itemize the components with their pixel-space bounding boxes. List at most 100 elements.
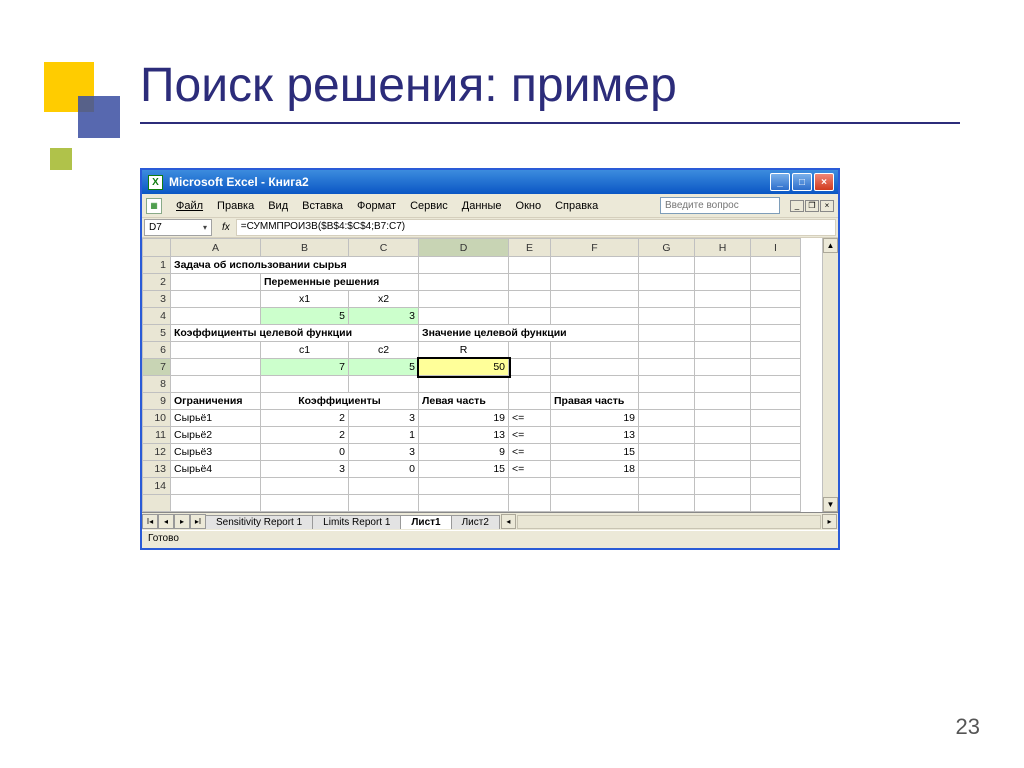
cell-E13[interactable]: <= [509, 461, 551, 478]
horizontal-scrollbar[interactable]: ◂ ▸ [500, 514, 838, 529]
menu-tools[interactable]: Сервис [404, 198, 454, 214]
row-header-15[interactable] [143, 495, 171, 512]
cell-B10[interactable]: 2 [261, 410, 349, 427]
vertical-scrollbar[interactable]: ▲ ▼ [822, 238, 838, 512]
tab-nav-first[interactable]: I◂ [142, 514, 158, 529]
maximize-button[interactable]: □ [792, 173, 812, 191]
cell-C3[interactable]: x2 [349, 291, 419, 308]
cell-D5[interactable]: Значение целевой функции [419, 325, 639, 342]
cell-A5[interactable]: Коэффициенты целевой функции [171, 325, 419, 342]
cell-D6[interactable]: R [419, 342, 509, 359]
menu-data[interactable]: Данные [456, 198, 508, 214]
cell-C7[interactable]: 5 [349, 359, 419, 376]
minimize-button[interactable]: _ [770, 173, 790, 191]
cell-B7[interactable]: 7 [261, 359, 349, 376]
cell-D9[interactable]: Левая часть [419, 393, 509, 410]
tab-sensitivity-report[interactable]: Sensitivity Report 1 [205, 515, 313, 529]
row-header-3[interactable]: 3 [143, 291, 171, 308]
row-header-8[interactable]: 8 [143, 376, 171, 393]
name-box[interactable]: D7 [144, 219, 212, 236]
close-button[interactable]: × [814, 173, 834, 191]
cell-B11[interactable]: 2 [261, 427, 349, 444]
tab-nav-prev[interactable]: ◂ [158, 514, 174, 529]
cell-C4[interactable]: 3 [349, 308, 419, 325]
scroll-down-icon[interactable]: ▼ [823, 497, 838, 512]
row-header-13[interactable]: 13 [143, 461, 171, 478]
cell-A13[interactable]: Сырьё4 [171, 461, 261, 478]
formula-input[interactable]: =СУММПРОИЗВ($B$4:$C$4;B7:C7) [236, 219, 836, 236]
col-header-I[interactable]: I [751, 239, 801, 257]
cell-A12[interactable]: Сырьё3 [171, 444, 261, 461]
tab-nav-next[interactable]: ▸ [174, 514, 190, 529]
cell-D12[interactable]: 9 [419, 444, 509, 461]
cell-C11[interactable]: 1 [349, 427, 419, 444]
row-header-4[interactable]: 4 [143, 308, 171, 325]
cell-B6[interactable]: c1 [261, 342, 349, 359]
col-header-H[interactable]: H [695, 239, 751, 257]
cell-A1[interactable]: Задача об использовании сырья [171, 257, 419, 274]
scroll-left-icon[interactable]: ◂ [501, 514, 516, 529]
cell-F13[interactable]: 18 [551, 461, 639, 478]
cell-C10[interactable]: 3 [349, 410, 419, 427]
select-all-corner[interactable] [143, 239, 171, 257]
cell-F10[interactable]: 19 [551, 410, 639, 427]
menu-insert[interactable]: Вставка [296, 198, 349, 214]
cell-E11[interactable]: <= [509, 427, 551, 444]
menu-edit[interactable]: Правка [211, 198, 260, 214]
cell-B12[interactable]: 0 [261, 444, 349, 461]
cell-B3[interactable]: x1 [261, 291, 349, 308]
row-header-10[interactable]: 10 [143, 410, 171, 427]
cell-C12[interactable]: 3 [349, 444, 419, 461]
row-header-12[interactable]: 12 [143, 444, 171, 461]
cell-D7[interactable]: 50 [419, 359, 509, 376]
row-header-6[interactable]: 6 [143, 342, 171, 359]
tab-sheet1[interactable]: Лист1 [400, 515, 451, 529]
cell-A9[interactable]: Ограничения [171, 393, 261, 410]
col-header-D[interactable]: D [419, 239, 509, 257]
cell-B13[interactable]: 3 [261, 461, 349, 478]
row-header-11[interactable]: 11 [143, 427, 171, 444]
cell-B9[interactable]: Коэффициенты [261, 393, 419, 410]
help-question-input[interactable] [660, 197, 780, 214]
menu-window[interactable]: Окно [510, 198, 548, 214]
row-header-5[interactable]: 5 [143, 325, 171, 342]
menu-view[interactable]: Вид [262, 198, 294, 214]
cell-F12[interactable]: 15 [551, 444, 639, 461]
row-header-9[interactable]: 9 [143, 393, 171, 410]
tab-sheet2[interactable]: Лист2 [451, 515, 500, 529]
row-header-2[interactable]: 2 [143, 274, 171, 291]
cell-C13[interactable]: 0 [349, 461, 419, 478]
cell-A11[interactable]: Сырьё2 [171, 427, 261, 444]
fx-icon[interactable]: fx [222, 222, 230, 233]
cell-C6[interactable]: c2 [349, 342, 419, 359]
tab-limits-report[interactable]: Limits Report 1 [312, 515, 401, 529]
col-header-C[interactable]: C [349, 239, 419, 257]
doc-minimize-button[interactable]: _ [790, 200, 804, 212]
col-header-F[interactable]: F [551, 239, 639, 257]
menu-file[interactable]: Файл [170, 198, 209, 214]
col-header-G[interactable]: G [639, 239, 695, 257]
cell-E12[interactable]: <= [509, 444, 551, 461]
col-header-A[interactable]: A [171, 239, 261, 257]
spreadsheet-grid[interactable]: A B C D E F G H I 1 Задача об использова… [142, 238, 801, 512]
workbook-icon[interactable]: ▦ [146, 198, 162, 214]
doc-restore-button[interactable]: ❐ [805, 200, 819, 212]
cell-D13[interactable]: 15 [419, 461, 509, 478]
cell-F9[interactable]: Правая часть [551, 393, 639, 410]
menu-format[interactable]: Формат [351, 198, 402, 214]
scroll-up-icon[interactable]: ▲ [823, 238, 838, 253]
cell-B2[interactable]: Переменные решения [261, 274, 419, 291]
cell-F11[interactable]: 13 [551, 427, 639, 444]
menu-help[interactable]: Справка [549, 198, 604, 214]
cell-D10[interactable]: 19 [419, 410, 509, 427]
scroll-right-icon[interactable]: ▸ [822, 514, 837, 529]
col-header-E[interactable]: E [509, 239, 551, 257]
tab-nav-last[interactable]: ▸I [190, 514, 206, 529]
row-header-14[interactable]: 14 [143, 478, 171, 495]
cell-E10[interactable]: <= [509, 410, 551, 427]
row-header-1[interactable]: 1 [143, 257, 171, 274]
cell-D11[interactable]: 13 [419, 427, 509, 444]
cell-B4[interactable]: 5 [261, 308, 349, 325]
cell-A10[interactable]: Сырьё1 [171, 410, 261, 427]
titlebar[interactable]: Microsoft Excel - Книга2 _ □ × [142, 170, 838, 194]
